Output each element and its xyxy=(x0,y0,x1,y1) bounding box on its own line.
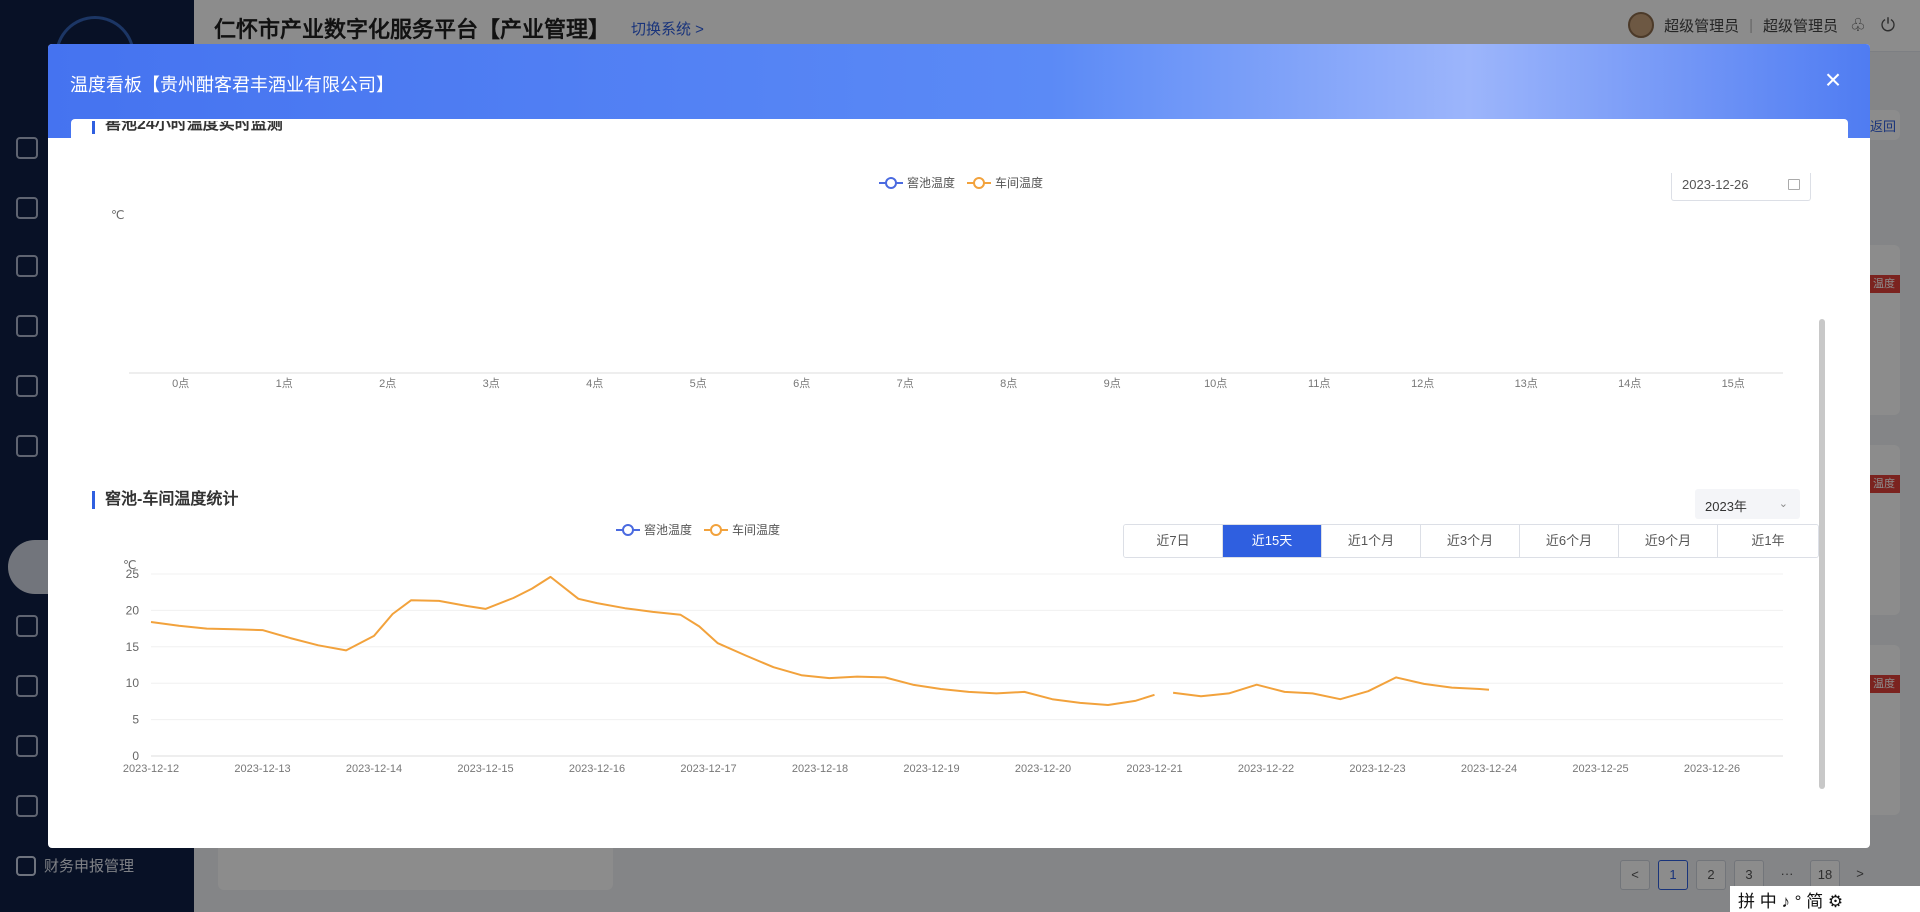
legend-marker-icon xyxy=(704,523,729,536)
x-tick-label: 8点 xyxy=(1000,377,1017,390)
x-tick-label: 2023-12-16 xyxy=(569,763,625,775)
x-tick-label: 2023-12-12 xyxy=(123,763,179,775)
year-value: 2023年 xyxy=(1705,499,1747,514)
x-tick-label: 11点 xyxy=(1308,377,1330,390)
chevron-down-icon: ⌄ xyxy=(1778,498,1788,510)
legend-marker-icon xyxy=(967,176,992,189)
stats-chart: ℃05101520252023-12-12 2023-12-13 2023-12-1… xyxy=(123,558,1783,775)
series-line-workshop xyxy=(150,575,1155,706)
legend-label: 车间温度 xyxy=(732,523,781,537)
x-tick-label: 2点 xyxy=(379,377,396,390)
x-tick-label: 1点 xyxy=(276,377,293,390)
calendar-icon[interactable] xyxy=(1788,179,1800,190)
x-tick-label: 2023-12-24 xyxy=(1461,763,1517,775)
x-tick-label: 9点 xyxy=(1104,377,1121,390)
y-tick-label: 5 xyxy=(132,713,139,727)
x-tick-label: 5点 xyxy=(690,377,707,390)
temperature-dashboard-modal: 温度看板【贵州酣客君丰酒业有限公司】 × 窖池24小时温度实时监测 2023-1… xyxy=(48,44,1870,848)
x-tick-label: 6点 xyxy=(793,377,810,390)
series-line-workshop xyxy=(1172,676,1490,701)
scrollbar[interactable] xyxy=(1819,319,1825,789)
realtime-section-title: 窖池24小时温度实时监测 xyxy=(92,121,283,134)
x-tick-label: 3点 xyxy=(483,377,500,390)
year-select[interactable]: 2023年 ⌄ xyxy=(1695,489,1800,519)
x-tick-label: 2023-12-23 xyxy=(1349,763,1405,775)
x-tick-label: 15点 xyxy=(1722,377,1745,390)
legend-marker-icon xyxy=(616,523,640,536)
close-icon[interactable]: × xyxy=(1818,65,1848,95)
y-tick-label: 0 xyxy=(132,749,139,763)
legend-label: 车间温度 xyxy=(995,176,1044,190)
x-tick-label: 12点 xyxy=(1411,377,1434,390)
stats-legend: 窖池温度 车间温度 xyxy=(616,521,780,538)
legend-label: 窖池温度 xyxy=(907,176,956,190)
legend-label: 窖池温度 xyxy=(644,523,693,537)
legend-item-pool[interactable]: 窖池温度 xyxy=(879,174,955,191)
x-tick-label: 2023-12-18 xyxy=(792,763,848,775)
modal-title: 温度看板【贵州酣客君丰酒业有限公司】 xyxy=(70,75,394,95)
legend-marker-icon xyxy=(879,176,903,189)
x-tick-label: 2023-12-13 xyxy=(234,763,290,775)
legend-item-workshop[interactable]: 车间温度 xyxy=(967,174,1043,191)
x-tick-label: 2023-12-25 xyxy=(1572,763,1628,775)
legend-item-pool[interactable]: 窖池温度 xyxy=(616,521,692,538)
legend-item-workshop[interactable]: 车间温度 xyxy=(704,521,780,538)
x-tick-label: 2023-12-15 xyxy=(457,763,513,775)
x-tick-label: 14点 xyxy=(1618,377,1641,390)
y-tick-label: 10 xyxy=(126,676,140,690)
x-tick-label: 7点 xyxy=(897,377,914,390)
stats-section-title: 窖池-车间温度统计 xyxy=(92,491,238,509)
y-axis-unit-label: ℃ xyxy=(111,208,124,222)
realtime-chart: ℃ 0点 1点 2点 3点 4点 5点 6点 7点 8点 9点 10点 11点 12点 13点 14点 15点 xyxy=(111,208,1783,390)
x-tick-label: 2023-12-19 xyxy=(903,763,959,775)
x-tick-label: 4点 xyxy=(586,377,603,390)
ime-status[interactable]: 拼 中 ♪ ° 简 ⚙ xyxy=(1738,887,1843,912)
x-tick-label: 2023-12-26 xyxy=(1684,763,1740,775)
x-tick-label: 2023-12-20 xyxy=(1015,763,1071,775)
y-tick-label: 25 xyxy=(126,567,140,581)
x-tick-label: 13点 xyxy=(1515,377,1538,390)
x-tick-label: 10点 xyxy=(1204,377,1227,390)
x-tick-label: 0点 xyxy=(172,377,189,390)
date-value: 2023-12-26 xyxy=(1682,177,1749,192)
ime-toolbar[interactable]: 拼 中 ♪ ° 简 ⚙ xyxy=(1730,886,1920,912)
modal-body: 窖池24小时温度实时监测 2023-12-26 窖池温度 车间温度 ℃ 0点 1点 2… xyxy=(71,119,1848,848)
y-tick-label: 15 xyxy=(126,640,140,654)
x-tick-label: 2023-12-22 xyxy=(1238,763,1294,775)
realtime-legend: 窖池温度 车间温度 xyxy=(879,174,1043,191)
y-tick-label: 20 xyxy=(126,603,140,617)
x-tick-label: 2023-12-21 xyxy=(1126,763,1182,775)
x-tick-label: 2023-12-14 xyxy=(346,763,402,775)
x-tick-label: 2023-12-17 xyxy=(680,763,736,775)
